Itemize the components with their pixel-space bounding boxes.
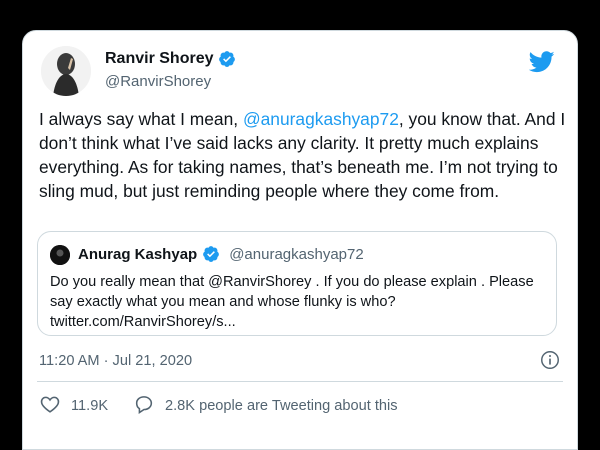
- twitter-bird-icon[interactable]: [528, 51, 555, 73]
- tweet-header: Ranvir Shorey @RanvirShorey: [37, 43, 563, 99]
- like-button[interactable]: 11.9K: [39, 391, 108, 421]
- speech-bubble-icon: [133, 393, 155, 419]
- mention-link[interactable]: @anuragkashyap72: [243, 109, 399, 129]
- conversation-text: 2.8K people are Tweeting about this: [165, 398, 398, 414]
- tweet-actions: 11.9K 2.8K people are Tweeting about thi…: [39, 391, 561, 423]
- tweet-text-start: I always say what I mean,: [39, 109, 243, 129]
- author-avatar[interactable]: [41, 46, 91, 96]
- info-icon[interactable]: [539, 349, 561, 371]
- tweet-card: Ranvir Shorey @RanvirShorey I always say…: [22, 30, 578, 450]
- quoted-name-row: Anurag Kashyap @anuragkashyap72: [78, 245, 364, 263]
- divider: [37, 381, 563, 382]
- quoted-handle: @anuragkashyap72: [229, 245, 364, 263]
- like-count: 11.9K: [71, 398, 109, 414]
- author-display-name[interactable]: Ranvir Shorey: [105, 50, 213, 68]
- quoted-display-name: Anurag Kashyap: [78, 245, 198, 263]
- verified-badge-icon: [218, 50, 236, 68]
- quoted-tweet[interactable]: Anurag Kashyap @anuragkashyap72 Do you r…: [37, 231, 557, 336]
- conversation-button[interactable]: 2.8K people are Tweeting about this: [133, 391, 398, 421]
- tweet-timestamp[interactable]: 11:20 AM · Jul 21, 2020: [39, 353, 192, 369]
- verified-badge-icon: [202, 245, 220, 263]
- author-handle[interactable]: @RanvirShorey: [105, 73, 211, 90]
- quoted-author-avatar: [50, 245, 70, 265]
- author-name-row: Ranvir Shorey: [105, 50, 236, 68]
- quoted-text: Do you really mean that @RanvirShorey . …: [50, 274, 534, 330]
- heart-icon: [39, 393, 61, 419]
- tweet-text: I always say what I mean, @anuragkashyap…: [39, 107, 569, 203]
